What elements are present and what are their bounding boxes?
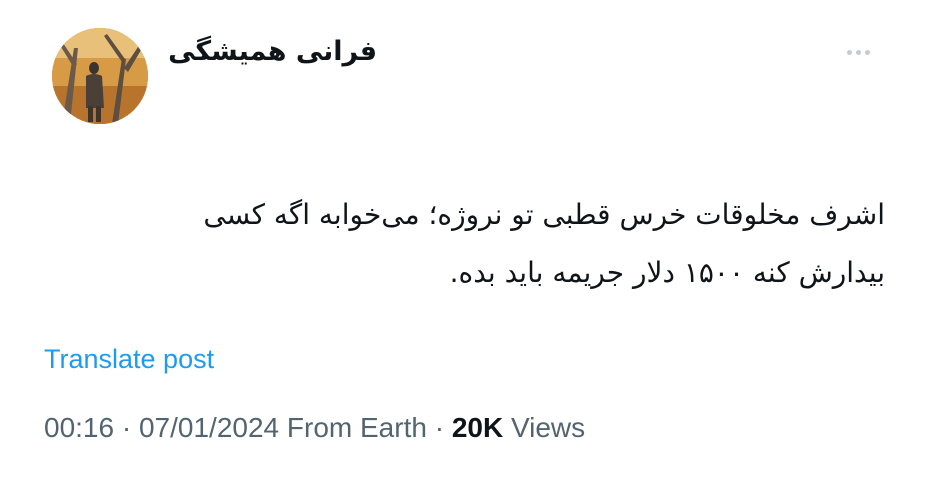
post-text-line: بیدارش کنه ۱۵۰۰ دلار جریمه باید بده. xyxy=(449,256,885,289)
post: فرانی همیشگی اشرف مخلوقات خرس قطبی تو نر… xyxy=(0,0,925,480)
post-text-line: اشرف مخلوقات خرس قطبی تو نروژه؛ می‌خوابه… xyxy=(203,198,885,231)
author-name[interactable]: فرانی همیشگی xyxy=(168,36,377,67)
post-meta: 00:16 · 07/01/2024 From Earth · 20K View… xyxy=(44,412,585,444)
meta-separator: · xyxy=(434,412,445,443)
views-count[interactable]: 20K xyxy=(452,412,503,443)
more-dot xyxy=(855,49,861,55)
more-dot xyxy=(864,49,870,55)
post-text: اشرف مخلوقات خرس قطبی تو نروژه؛ می‌خوابه… xyxy=(45,186,885,302)
post-time[interactable]: 00:16 xyxy=(44,412,114,443)
translate-post-link[interactable]: Translate post xyxy=(44,344,214,375)
avatar-photo xyxy=(52,28,148,124)
more-dots-icon[interactable] xyxy=(836,40,880,64)
post-date[interactable]: 07/01/2024 xyxy=(139,412,279,443)
more-dot xyxy=(846,49,852,55)
views-label: Views xyxy=(510,412,586,443)
avatar[interactable] xyxy=(52,28,148,124)
post-source: From Earth xyxy=(286,412,427,443)
meta-separator: · xyxy=(121,412,132,443)
